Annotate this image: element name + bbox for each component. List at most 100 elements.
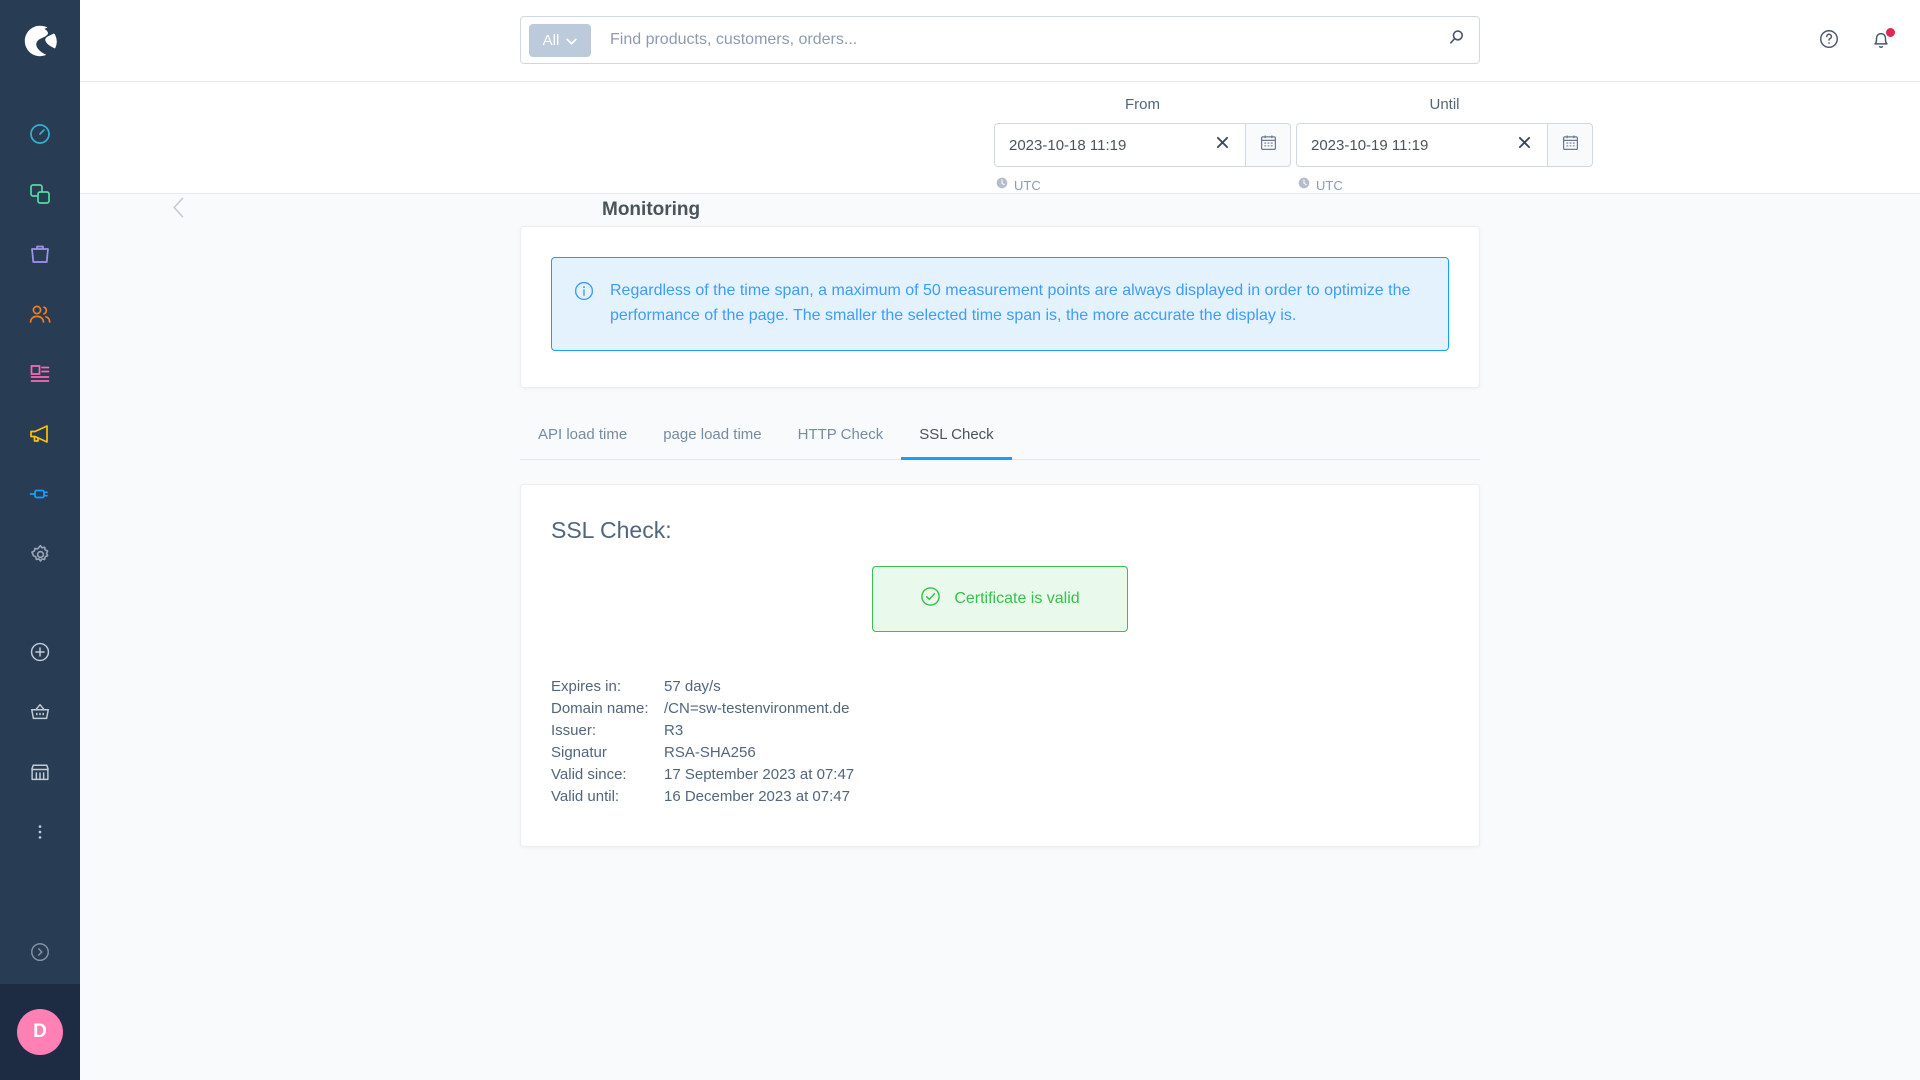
date-until-timezone-label: UTC	[1316, 177, 1343, 193]
global-search: All	[520, 16, 1480, 64]
date-from-calendar-button[interactable]	[1245, 123, 1291, 167]
date-until-clear-button[interactable]	[1513, 136, 1535, 154]
detail-row: Valid until: 16 December 2023 at 07:47	[551, 786, 1449, 808]
top-bar: All	[80, 0, 1920, 82]
search-scope-dropdown[interactable]: All	[529, 23, 591, 57]
sidebar-item-store[interactable]	[0, 748, 80, 796]
status-badge-label: Certificate is valid	[954, 590, 1080, 607]
clock-icon	[1298, 176, 1310, 194]
ssl-check-title: SSL Check:	[551, 517, 672, 543]
date-from-timezone: UTC	[994, 176, 1291, 194]
detail-value: RSA-SHA256	[664, 744, 756, 761]
info-card: Regardless of the time span, a maximum o…	[520, 226, 1480, 388]
close-icon	[1518, 136, 1531, 154]
close-icon	[1216, 136, 1229, 154]
smart-bar: Monitoring From 2023-10-18 11:19 UTC Unt…	[80, 82, 1920, 220]
detail-key: Valid until:	[551, 788, 620, 805]
ssl-details-list: Expires in: 57 day/s Domain name: /CN=sw…	[551, 676, 1449, 808]
sidebar-item-settings[interactable]	[0, 530, 80, 578]
info-alert: Regardless of the time span, a maximum o…	[551, 257, 1449, 351]
date-from-block: From 2023-10-18 11:19 UTC	[994, 94, 1291, 194]
plug-icon	[28, 482, 52, 506]
chevron-left-icon	[172, 197, 185, 223]
clock-icon	[996, 176, 1008, 194]
detail-row: Issuer: R3	[551, 720, 1449, 742]
sidebar-item-marketing[interactable]	[0, 410, 80, 458]
sidebar-item-more[interactable]	[0, 808, 80, 856]
search-button[interactable]	[1439, 28, 1473, 52]
detail-row: Domain name: /CN=sw-testenvironment.de	[551, 698, 1449, 720]
shopping-bag-icon	[28, 242, 52, 266]
date-until-label: Until	[1429, 96, 1460, 113]
search-input[interactable]	[591, 31, 1439, 49]
help-button[interactable]	[1812, 24, 1846, 58]
tab-page-load-time[interactable]: page load time	[645, 414, 779, 460]
sidebar-item-basket[interactable]	[0, 688, 80, 736]
tab-ssl-check[interactable]: SSL Check	[901, 414, 1012, 460]
date-from-clear-button[interactable]	[1211, 136, 1233, 154]
sidebar-item-customers[interactable]	[0, 290, 80, 338]
main-column: All Find products, customers, orders... …	[80, 0, 1920, 1080]
detail-value: 16 December 2023 at 07:47	[664, 788, 850, 805]
detail-key: Expires in:	[551, 678, 622, 695]
detail-value: R3	[664, 722, 684, 739]
detail-value: /CN=sw-testenvironment.de	[664, 700, 850, 717]
info-alert-text: Regardless of the time span, a maximum o…	[610, 282, 1411, 324]
notifications-button[interactable]	[1864, 24, 1898, 58]
date-until-block: Until 2023-10-19 11:19 UTC	[1296, 94, 1593, 194]
user-menu[interactable]: D	[0, 984, 80, 1080]
storefront-icon	[29, 761, 51, 783]
sidebar-item-catalogues[interactable]	[0, 170, 80, 218]
sidebar-item-orders[interactable]	[0, 230, 80, 278]
date-from-field[interactable]: 2023-10-18 11:19	[994, 123, 1245, 167]
calendar-icon	[1562, 134, 1579, 156]
gauge-icon	[28, 122, 52, 146]
detail-row: Expires in: 57 day/s	[551, 676, 1449, 698]
sidebar-item-content[interactable]	[0, 350, 80, 398]
kebab-menu-icon	[30, 822, 50, 842]
shopware-logo[interactable]	[0, 0, 80, 82]
sidebar-expand-button[interactable]	[0, 924, 80, 984]
users-icon	[28, 302, 52, 326]
content-area: Regardless of the time span, a maximum o…	[80, 194, 1920, 1080]
avatar[interactable]: D	[17, 1009, 63, 1055]
tab-api-load-time[interactable]: API load time	[520, 414, 645, 460]
app-root: D All Find products, customers, orders..…	[0, 0, 1920, 1080]
detail-row: Valid since: 17 September 2023 at 07:47	[551, 764, 1449, 786]
date-until-value: 2023-10-19 11:19	[1311, 136, 1429, 154]
notification-dot	[1886, 28, 1895, 37]
ssl-status-row: Certificate is valid	[551, 566, 1449, 632]
chevron-down-icon	[566, 32, 578, 49]
sidebar: D	[0, 0, 80, 1080]
gear-icon	[29, 543, 52, 566]
detail-key: Signatur	[551, 744, 607, 761]
basket-icon	[29, 701, 51, 723]
sidebar-item-add[interactable]	[0, 628, 80, 676]
ssl-check-card: SSL Check: Certificate is valid Expires …	[520, 484, 1480, 847]
calendar-icon	[1260, 134, 1277, 156]
detail-value: 57 day/s	[664, 678, 721, 695]
megaphone-icon	[28, 422, 52, 446]
topbar-actions	[1812, 0, 1898, 82]
page-title: Monitoring	[602, 199, 701, 220]
search-icon	[1447, 28, 1466, 52]
sidebar-item-extensions[interactable]	[0, 470, 80, 518]
date-from-label: From	[1125, 96, 1160, 113]
status-badge: Certificate is valid	[872, 566, 1128, 632]
info-circle-icon	[574, 278, 594, 328]
date-until-field[interactable]: 2023-10-19 11:19	[1296, 123, 1547, 167]
date-until-calendar-button[interactable]	[1547, 123, 1593, 167]
detail-key: Valid since:	[551, 766, 627, 783]
detail-row: Signatur RSA-SHA256	[551, 742, 1449, 764]
sidebar-item-dashboard[interactable]	[0, 110, 80, 158]
date-from-value: 2023-10-18 11:19	[1009, 136, 1127, 154]
date-range-picker: From 2023-10-18 11:19 UTC Until 2023-10-…	[994, 94, 1593, 194]
monitoring-tabs: API load time page load time HTTP Check …	[520, 414, 1480, 460]
date-from-timezone-label: UTC	[1014, 177, 1041, 193]
sidebar-footer: D	[0, 924, 80, 1080]
tab-http-check[interactable]: HTTP Check	[780, 414, 902, 460]
date-until-timezone: UTC	[1296, 176, 1593, 194]
back-button[interactable]	[172, 197, 185, 224]
check-circle-icon	[920, 586, 941, 612]
detail-key: Issuer:	[551, 722, 597, 739]
